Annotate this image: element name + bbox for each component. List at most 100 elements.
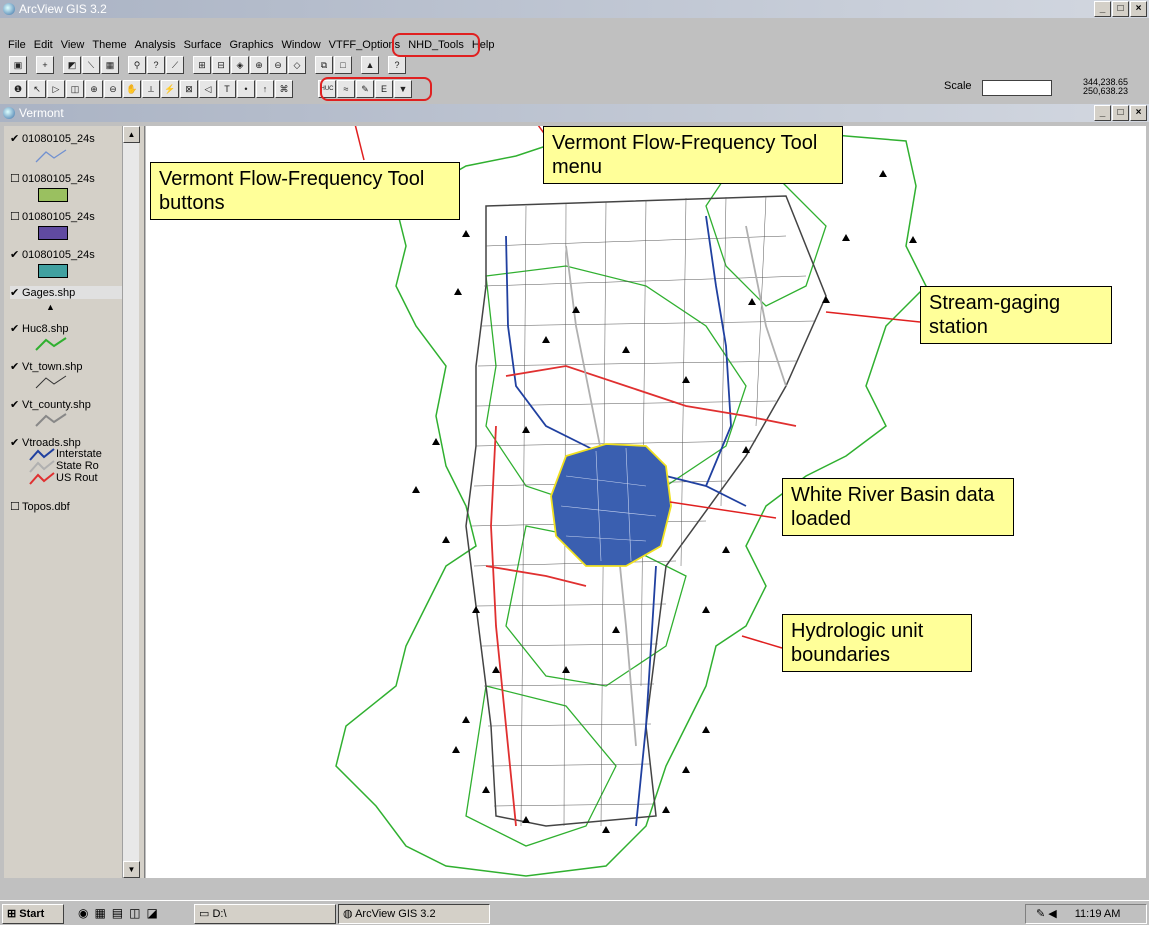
checkbox-unchecked-icon[interactable]: ☐	[10, 172, 22, 185]
identify-icon[interactable]: ❶	[9, 80, 27, 98]
start-button[interactable]: ⊞ Start	[2, 904, 64, 924]
measure-icon[interactable]: ⟂	[142, 80, 160, 98]
minimize-button[interactable]: _	[1094, 1, 1111, 17]
callout-hydrologic-units: Hydrologic unit boundaries	[782, 614, 972, 672]
toc-label: 01080105_24s	[22, 210, 95, 223]
checkbox-checked-icon[interactable]: ✔	[10, 286, 22, 299]
huc-line-icon	[35, 337, 67, 351]
clear-selection-icon[interactable]: □	[334, 56, 352, 74]
legend-state-road: State Ro	[56, 460, 99, 472]
menu-edit[interactable]: Edit	[34, 39, 53, 51]
view-close-button[interactable]: ×	[1130, 105, 1147, 121]
zoom-previous-icon[interactable]: ◇	[288, 56, 306, 74]
toc-label: 01080105_24s	[22, 172, 95, 185]
view-title: Vermont	[19, 106, 64, 120]
coordinate-readout: 344,238.65 250,638.23	[1083, 78, 1128, 96]
zoom-out-tool-icon[interactable]: ⊖	[104, 80, 122, 98]
toc-label: 01080105_24s	[22, 132, 95, 145]
scroll-up-icon[interactable]: ▲	[123, 126, 140, 143]
scale-input[interactable]	[982, 80, 1052, 96]
save-icon[interactable]: ▣	[9, 56, 27, 74]
checkbox-checked-icon[interactable]: ✔	[10, 360, 22, 373]
north-arrow-icon[interactable]: ↑	[256, 80, 274, 98]
toc-scrollbar[interactable]: ▲ ▼	[122, 126, 140, 878]
callout-stream-gaging: Stream-gaging station	[920, 286, 1112, 344]
checkbox-unchecked-icon[interactable]: ☐	[10, 210, 22, 223]
zoom-out-icon[interactable]: ⊖	[269, 56, 287, 74]
script-tool-icon[interactable]: ⌘	[275, 80, 293, 98]
toc-label: Vt_town.shp	[22, 360, 83, 373]
locate-icon[interactable]: ?	[147, 56, 165, 74]
taskbar-drive[interactable]: ▭ D:\	[194, 904, 336, 924]
menu-surface[interactable]: Surface	[184, 39, 222, 51]
zoom-active-icon[interactable]: ⊟	[212, 56, 230, 74]
checkbox-checked-icon[interactable]: ✔	[10, 248, 22, 261]
hotlink-icon[interactable]: ⚡	[161, 80, 179, 98]
text-label-icon[interactable]: ◁	[199, 80, 217, 98]
zoom-in-tool-icon[interactable]: ⊕	[85, 80, 103, 98]
view-minimize-button[interactable]: _	[1094, 105, 1111, 121]
toc-item[interactable]: ✔ Gages.shp	[10, 286, 124, 299]
zoom-selected-icon[interactable]: ◈	[231, 56, 249, 74]
legend-interstate: Interstate	[56, 448, 102, 460]
toc-item[interactable]: ☐ 01080105_24s	[10, 210, 95, 224]
checkbox-checked-icon[interactable]: ✔	[10, 132, 22, 145]
text-tool-icon[interactable]: T	[218, 80, 236, 98]
quick-launch-icons[interactable]: ◉▦▤◫◪	[78, 906, 164, 920]
menu-analysis[interactable]: Analysis	[135, 39, 176, 51]
open-table-icon[interactable]: ▦	[101, 56, 119, 74]
toc-item[interactable]: ✔ Huc8.shp	[10, 322, 69, 336]
menu-file[interactable]: File	[8, 39, 26, 51]
add-theme-icon[interactable]: +	[36, 56, 54, 74]
speaker-icon[interactable]: ✎ ◀	[1036, 908, 1057, 920]
select-graphics-icon[interactable]: ⧉	[315, 56, 333, 74]
menu-theme[interactable]: Theme	[92, 39, 126, 51]
layout-icon[interactable]: ▲	[361, 56, 379, 74]
toc-label: Huc8.shp	[22, 322, 69, 335]
find-icon[interactable]: ⚲	[128, 56, 146, 74]
pointer-icon[interactable]: ↖	[28, 80, 46, 98]
buttons-highlight	[320, 77, 432, 101]
taskbar-app-label: ArcView GIS 3.2	[355, 908, 436, 920]
draw-point-icon[interactable]: •	[237, 80, 255, 98]
select-feature-icon[interactable]: ◫	[66, 80, 84, 98]
checkbox-checked-icon[interactable]: ✔	[10, 322, 22, 335]
checkbox-unchecked-icon[interactable]: ☐	[10, 500, 22, 513]
theme-properties-icon[interactable]: ◩	[63, 56, 81, 74]
scroll-down-icon[interactable]: ▼	[123, 861, 140, 878]
taskbar-arcview[interactable]: ◍ ArcView GIS 3.2	[338, 904, 490, 924]
close-button[interactable]: ×	[1130, 1, 1147, 17]
app-titlebar: ArcView GIS 3.2 _ □ ×	[0, 0, 1149, 18]
toc-item[interactable]: ☐ Topos.dbf	[10, 500, 70, 514]
vertex-edit-icon[interactable]: ▷	[47, 80, 65, 98]
system-tray: ✎ ◀ 11:19 AM	[1025, 904, 1147, 924]
view-maximize-button[interactable]: □	[1112, 105, 1129, 121]
toc-item[interactable]: ✔ 01080105_24s	[10, 248, 95, 262]
menu-view[interactable]: View	[61, 39, 85, 51]
toc-item[interactable]: ☐ 01080105_24s	[10, 172, 95, 186]
help-cursor-icon[interactable]: ?	[388, 56, 406, 74]
menu-window[interactable]: Window	[282, 39, 321, 51]
pan-hand-icon[interactable]: ✋	[123, 80, 141, 98]
county-line-icon	[35, 413, 67, 427]
map-horizontal-scrollbar[interactable]	[146, 880, 1146, 896]
query-builder-icon[interactable]: ⟋	[166, 56, 184, 74]
checkbox-checked-icon[interactable]: ✔	[10, 436, 22, 449]
menu-vtff-options[interactable]: VTFF_Options	[329, 39, 401, 51]
drive-label: D:\	[212, 908, 227, 920]
toc-item[interactable]: ✔ Vt_town.shp	[10, 360, 83, 374]
toc-item[interactable]: ✔ Vt_county.shp	[10, 398, 91, 412]
toc-label: Vtroads.shp	[22, 436, 81, 449]
callout-white-river: White River Basin data loaded	[782, 478, 1014, 536]
line-symbol-icon	[35, 149, 67, 163]
zoom-full-icon[interactable]: ⊞	[193, 56, 211, 74]
checkbox-checked-icon[interactable]: ✔	[10, 398, 22, 411]
menu-graphics[interactable]: Graphics	[230, 39, 274, 51]
edit-legend-icon[interactable]: ⟍	[82, 56, 100, 74]
toc-item[interactable]: ✔ 01080105_24s	[10, 132, 95, 146]
zoom-in-icon[interactable]: ⊕	[250, 56, 268, 74]
menu-bar: File Edit View Theme Analysis Surface Gr…	[0, 36, 1149, 54]
maximize-button[interactable]: □	[1112, 1, 1129, 17]
label-icon[interactable]: ⊠	[180, 80, 198, 98]
tool-bar: ❶ ↖ ▷ ◫ ⊕ ⊖ ✋ ⟂ ⚡ ⊠ ◁ T • ↑ ⌘ HUC ≈ ✎ E …	[0, 79, 1149, 99]
